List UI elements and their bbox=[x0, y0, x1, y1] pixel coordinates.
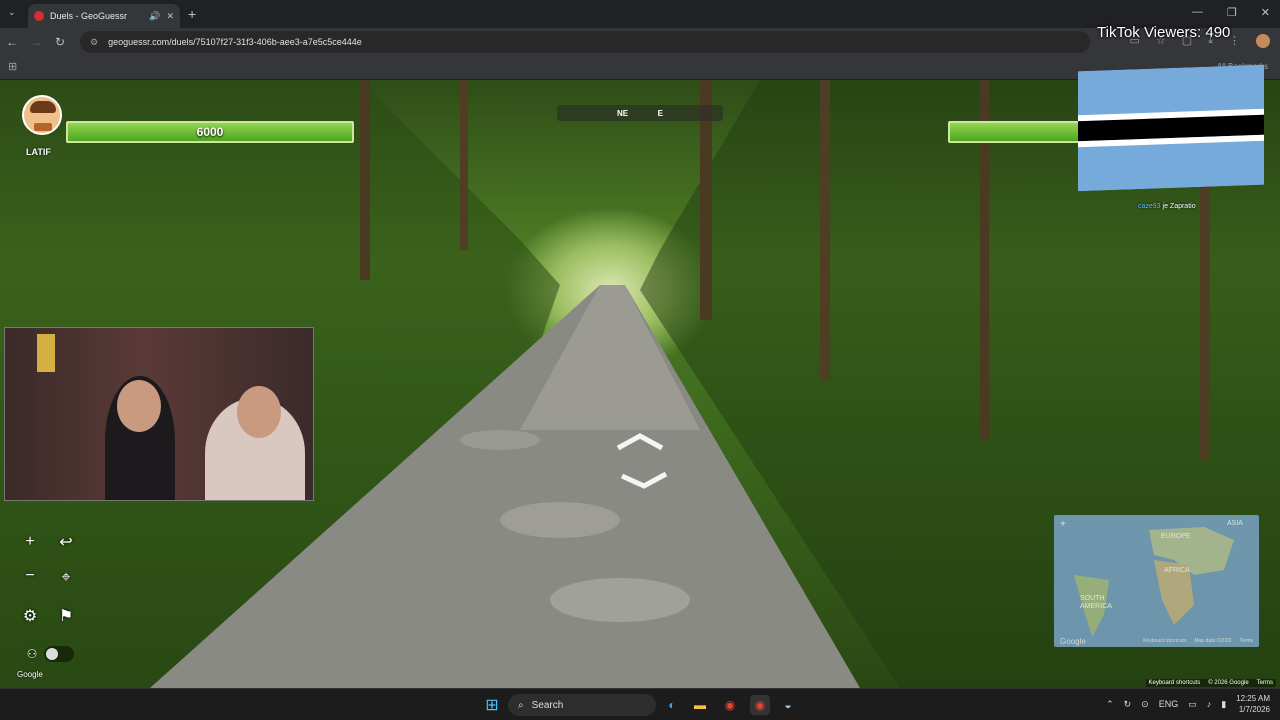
minimap-terms-link[interactable]: Terms bbox=[1239, 638, 1253, 644]
minimap-mapdata: Map data ©2026 bbox=[1194, 638, 1232, 644]
player-avatar bbox=[22, 95, 62, 135]
player-name: LATIF bbox=[26, 147, 51, 157]
zoom-in-button[interactable]: + bbox=[16, 528, 44, 556]
clock-time: 12:25 AM bbox=[1236, 694, 1270, 703]
file-explorer-icon[interactable]: ▬ bbox=[690, 695, 710, 715]
settings-gear-icon[interactable]: ⚙ bbox=[16, 602, 44, 630]
google-logo: Google bbox=[17, 670, 43, 679]
streetview-copyright: © 2026 Google bbox=[1208, 680, 1249, 686]
map-label-south-america: SOUTH AMERICA bbox=[1080, 595, 1112, 610]
url-text: geoguessr.com/duels/75107f27-31f3-406b-a… bbox=[108, 37, 362, 47]
chrome-active-icon[interactable]: ◉ bbox=[750, 695, 770, 715]
guess-minimap[interactable]: ASIA EUROPE AFRICA SOUTH AMERICA + Googl… bbox=[1054, 515, 1259, 647]
flag-checkpoint-icon[interactable]: ⚑ bbox=[52, 602, 80, 630]
windows-start-icon[interactable]: ⊞ bbox=[482, 695, 502, 715]
streetview-shortcuts-link[interactable]: Keyboard shortcuts bbox=[1149, 680, 1201, 686]
streetview-terms-link[interactable]: Terms bbox=[1257, 680, 1273, 686]
minimize-icon[interactable]: — bbox=[1192, 6, 1203, 19]
minimap-footer: Google Keyboard shortcuts Map data ©2026… bbox=[1054, 635, 1259, 647]
tray-lang[interactable]: ENG bbox=[1159, 699, 1179, 709]
taskbar-search-label: Search bbox=[531, 699, 564, 711]
taskbar-clock[interactable]: 12:25 AM 1/7/2026 bbox=[1236, 693, 1270, 715]
tray-volume-icon[interactable]: ♪ bbox=[1207, 699, 1212, 709]
compass-ne: NE bbox=[617, 108, 629, 118]
return-to-start-icon[interactable]: ⌖ bbox=[52, 564, 80, 592]
speaker-icon[interactable]: 🔊 bbox=[149, 11, 160, 22]
apps-grid-icon[interactable]: ⊞ bbox=[8, 60, 17, 73]
restore-icon[interactable]: ❐ bbox=[1227, 6, 1237, 19]
reload-icon[interactable]: ↻ bbox=[48, 35, 72, 49]
world-landmass bbox=[1074, 527, 1234, 637]
webcam-feed bbox=[4, 327, 314, 501]
url-field[interactable]: ⚙ geoguessr.com/duels/75107f27-31f3-406b… bbox=[80, 31, 1090, 53]
zoom-out-button[interactable]: − bbox=[16, 562, 44, 590]
minimap-expand-icon[interactable]: + bbox=[1060, 519, 1066, 530]
tray-sync-icon[interactable]: ↻ bbox=[1124, 699, 1132, 710]
back-icon[interactable]: ← bbox=[0, 35, 24, 49]
tab-geoguessr[interactable]: Duels - GeoGuessr 🔊 ✕ bbox=[28, 4, 180, 28]
map-label-africa: AFRICA bbox=[1164, 567, 1190, 574]
taskbar-search[interactable]: ⌕ Search bbox=[508, 694, 656, 716]
player-health-bar: 6000 bbox=[66, 121, 354, 143]
minimap-shortcuts-link[interactable]: Keyboard shortcuts bbox=[1143, 638, 1186, 644]
tiktok-viewers-counter: TikTok Viewers: 490 bbox=[1097, 24, 1231, 41]
address-toolbar: ← → ↻ ⚙ geoguessr.com/duels/75107f27-31f… bbox=[0, 28, 1280, 56]
compass-e: E bbox=[657, 108, 663, 118]
site-info-icon[interactable]: ⚙ bbox=[90, 37, 98, 48]
menu-icon[interactable]: ⋮ bbox=[1229, 34, 1240, 48]
system-tray: ⌃ ↻ ⊙ ENG ▭ ♪ ▮ 12:25 AM 1/7/2026 bbox=[1106, 693, 1270, 715]
feed-text: je Zapratio bbox=[1160, 203, 1196, 210]
tab-search-icon[interactable]: ⌄ bbox=[8, 7, 16, 18]
tab-title: Duels - GeoGuessr bbox=[50, 11, 128, 21]
edge-icon[interactable]: ◐ bbox=[662, 695, 682, 715]
map-label-asia: ASIA bbox=[1227, 520, 1243, 527]
close-tab-icon[interactable]: ✕ bbox=[166, 11, 174, 22]
tray-overflow-icon[interactable]: ⌃ bbox=[1106, 699, 1114, 710]
forward-icon[interactable]: → bbox=[24, 35, 48, 49]
profile-avatar[interactable] bbox=[1256, 34, 1270, 48]
windows-taskbar: ⊞ ⌕ Search ◐ ▬ ◉ ◉ ◒ ⌃ ↻ ⊙ ENG ▭ ♪ ▮ 12:… bbox=[0, 688, 1280, 720]
window-controls: — ❐ ✕ bbox=[1192, 6, 1270, 19]
tray-network-icon[interactable]: ▭ bbox=[1188, 699, 1197, 710]
people-icon: ⚇ bbox=[26, 647, 38, 661]
compass-strip: NE E bbox=[557, 105, 723, 121]
new-tab-button[interactable]: + bbox=[188, 6, 196, 22]
event-feed: caze93 je Zapratio bbox=[1138, 203, 1196, 210]
feed-user: caze93 bbox=[1138, 203, 1161, 210]
tab-strip: ⌄ Duels - GeoGuessr 🔊 ✕ + — ❐ ✕ bbox=[0, 0, 1280, 28]
tray-battery-icon[interactable]: ▮ bbox=[1221, 699, 1226, 710]
clock-date: 1/7/2026 bbox=[1238, 705, 1270, 714]
streetview-footer: Keyboard shortcuts © 2026 Google Terms bbox=[1145, 679, 1276, 687]
close-window-icon[interactable]: ✕ bbox=[1261, 6, 1270, 19]
toggle-switch[interactable] bbox=[44, 646, 74, 662]
steam-icon[interactable]: ◒ bbox=[778, 695, 798, 715]
map-label-europe: EUROPE bbox=[1161, 533, 1191, 540]
tray-mic-icon[interactable]: ⊙ bbox=[1141, 699, 1149, 710]
botswana-flag-icon bbox=[1078, 64, 1264, 192]
search-icon: ⌕ bbox=[518, 699, 524, 711]
geoguessr-favicon-icon bbox=[34, 11, 44, 21]
chrome-icon[interactable]: ◉ bbox=[720, 695, 740, 715]
minimap-google-logo: Google bbox=[1060, 636, 1086, 646]
undo-move-icon[interactable]: ↩ bbox=[52, 528, 80, 556]
wall-poster bbox=[37, 334, 55, 372]
opponent-health-bar bbox=[948, 121, 1088, 143]
